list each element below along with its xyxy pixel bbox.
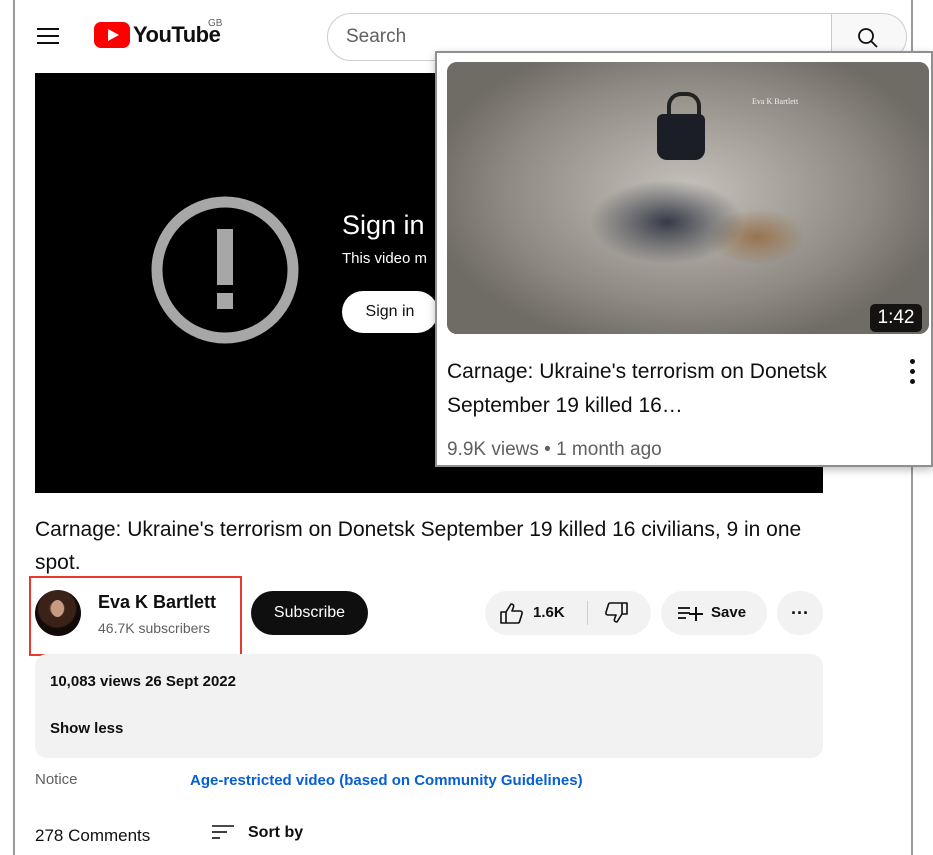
player-message-title: Sign in xyxy=(342,210,425,240)
exclamation-circle-icon xyxy=(151,196,299,344)
channel-highlight-box xyxy=(29,576,242,656)
like-dislike-bar: 1.6K xyxy=(485,591,651,635)
sort-icon[interactable] xyxy=(211,823,235,841)
bag-shape xyxy=(657,114,705,160)
hamburger-icon[interactable] xyxy=(37,28,59,46)
youtube-play-icon xyxy=(94,22,130,48)
comments-count: 278 Comments xyxy=(35,826,151,845)
video-preview-card[interactable]: Eva K Bartlett 1:42 Carnage: Ukraine's t… xyxy=(435,51,933,467)
like-divider xyxy=(587,601,588,625)
add-to-playlist-icon xyxy=(678,607,703,621)
logo-region: GB xyxy=(208,18,223,29)
thumbs-up-icon[interactable] xyxy=(499,601,525,625)
youtube-logo[interactable]: YouTube xyxy=(94,22,221,48)
like-count[interactable]: 1.6K xyxy=(533,604,565,621)
view-count-date: 10,083 views 26 Sept 2022 xyxy=(50,673,236,690)
vertical-dots-icon[interactable] xyxy=(905,359,919,389)
preview-meta: 9.9K views • 1 month ago xyxy=(447,439,662,460)
notice-link[interactable]: Age-restricted video (based on Community… xyxy=(190,772,583,789)
thumbnail-watermark: Eva K Bartlett xyxy=(752,97,799,106)
notice-label: Notice xyxy=(35,771,78,788)
more-actions-button[interactable]: ··· xyxy=(777,591,823,635)
video-title: Carnage: Ukraine's terrorism on Donetsk … xyxy=(35,518,802,574)
show-less-button[interactable]: Show less xyxy=(50,720,123,737)
search-icon xyxy=(858,28,878,48)
duration-badge: 1:42 xyxy=(870,304,922,332)
sort-by-button[interactable]: Sort by xyxy=(248,824,303,842)
sign-in-button[interactable]: Sign in xyxy=(342,291,438,333)
subscribe-button[interactable]: Subscribe xyxy=(251,591,368,635)
save-button[interactable]: Save xyxy=(661,591,767,635)
description-box[interactable]: 10,083 views 26 Sept 2022 Show less xyxy=(35,654,823,758)
thumbs-down-icon[interactable] xyxy=(605,602,629,624)
preview-title[interactable]: Carnage: Ukraine's terrorism on Donetsk … xyxy=(447,355,867,423)
save-label: Save xyxy=(711,604,747,621)
player-message-subtitle: This video m xyxy=(342,250,428,267)
video-thumbnail[interactable]: Eva K Bartlett 1:42 xyxy=(447,62,929,334)
